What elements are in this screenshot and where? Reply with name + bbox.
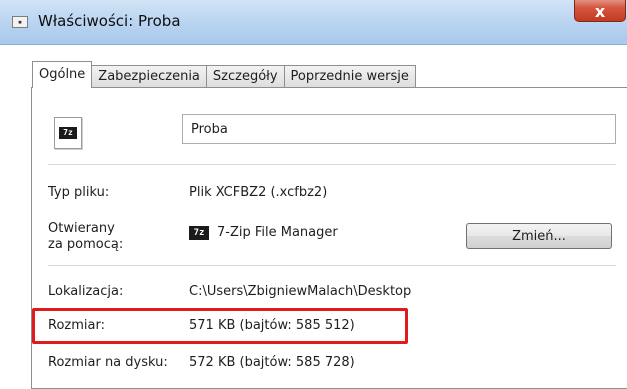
size-on-disk-label: Rozmiar na dysku: [48, 355, 168, 370]
file-type-value: Plik XCFBZ2 (.xcfbz2) [189, 185, 328, 200]
opens-with-value: 7-Zip File Manager [217, 225, 338, 240]
file-type-icon: 7z [54, 117, 82, 149]
file-type-label: Typ pliku: [48, 185, 110, 200]
close-button[interactable]: x [574, 0, 626, 22]
window-title: Właściwości: Proba [38, 12, 181, 30]
title-bar[interactable]: ▪ Właściwości: Proba x [0, 0, 627, 45]
separator [48, 164, 616, 165]
location-label: Lokalizacja: [48, 284, 124, 299]
file-properties-icon: ▪ [12, 16, 28, 28]
7zip-app-icon: 7z [189, 226, 209, 240]
opens-with-label-line1: Otwierany [48, 221, 115, 236]
opens-with-label: Otwierany za pomocą: [48, 221, 123, 253]
change-button[interactable]: Zmień... [466, 223, 612, 249]
size-highlight-box [32, 308, 408, 344]
tab-details[interactable]: Szczegóły [205, 65, 285, 88]
size-on-disk-value: 572 KB (bajtów: 585 728) [189, 355, 355, 370]
tab-strip: Ogólne Zabezpieczenia Szczegóły Poprzedn… [32, 61, 416, 88]
tab-previous-versions[interactable]: Poprzednie wersje [283, 65, 416, 88]
location-value: C:\Users\ZbigniewMalach\Desktop [189, 284, 412, 299]
opens-with-label-line2: za pomocą: [48, 237, 124, 252]
7zip-badge-icon: 7z [59, 127, 77, 139]
file-name-input[interactable] [182, 114, 616, 144]
tab-general[interactable]: Ogólne [32, 61, 93, 88]
tab-security[interactable]: Zabezpieczenia [91, 65, 207, 88]
separator [48, 265, 616, 266]
